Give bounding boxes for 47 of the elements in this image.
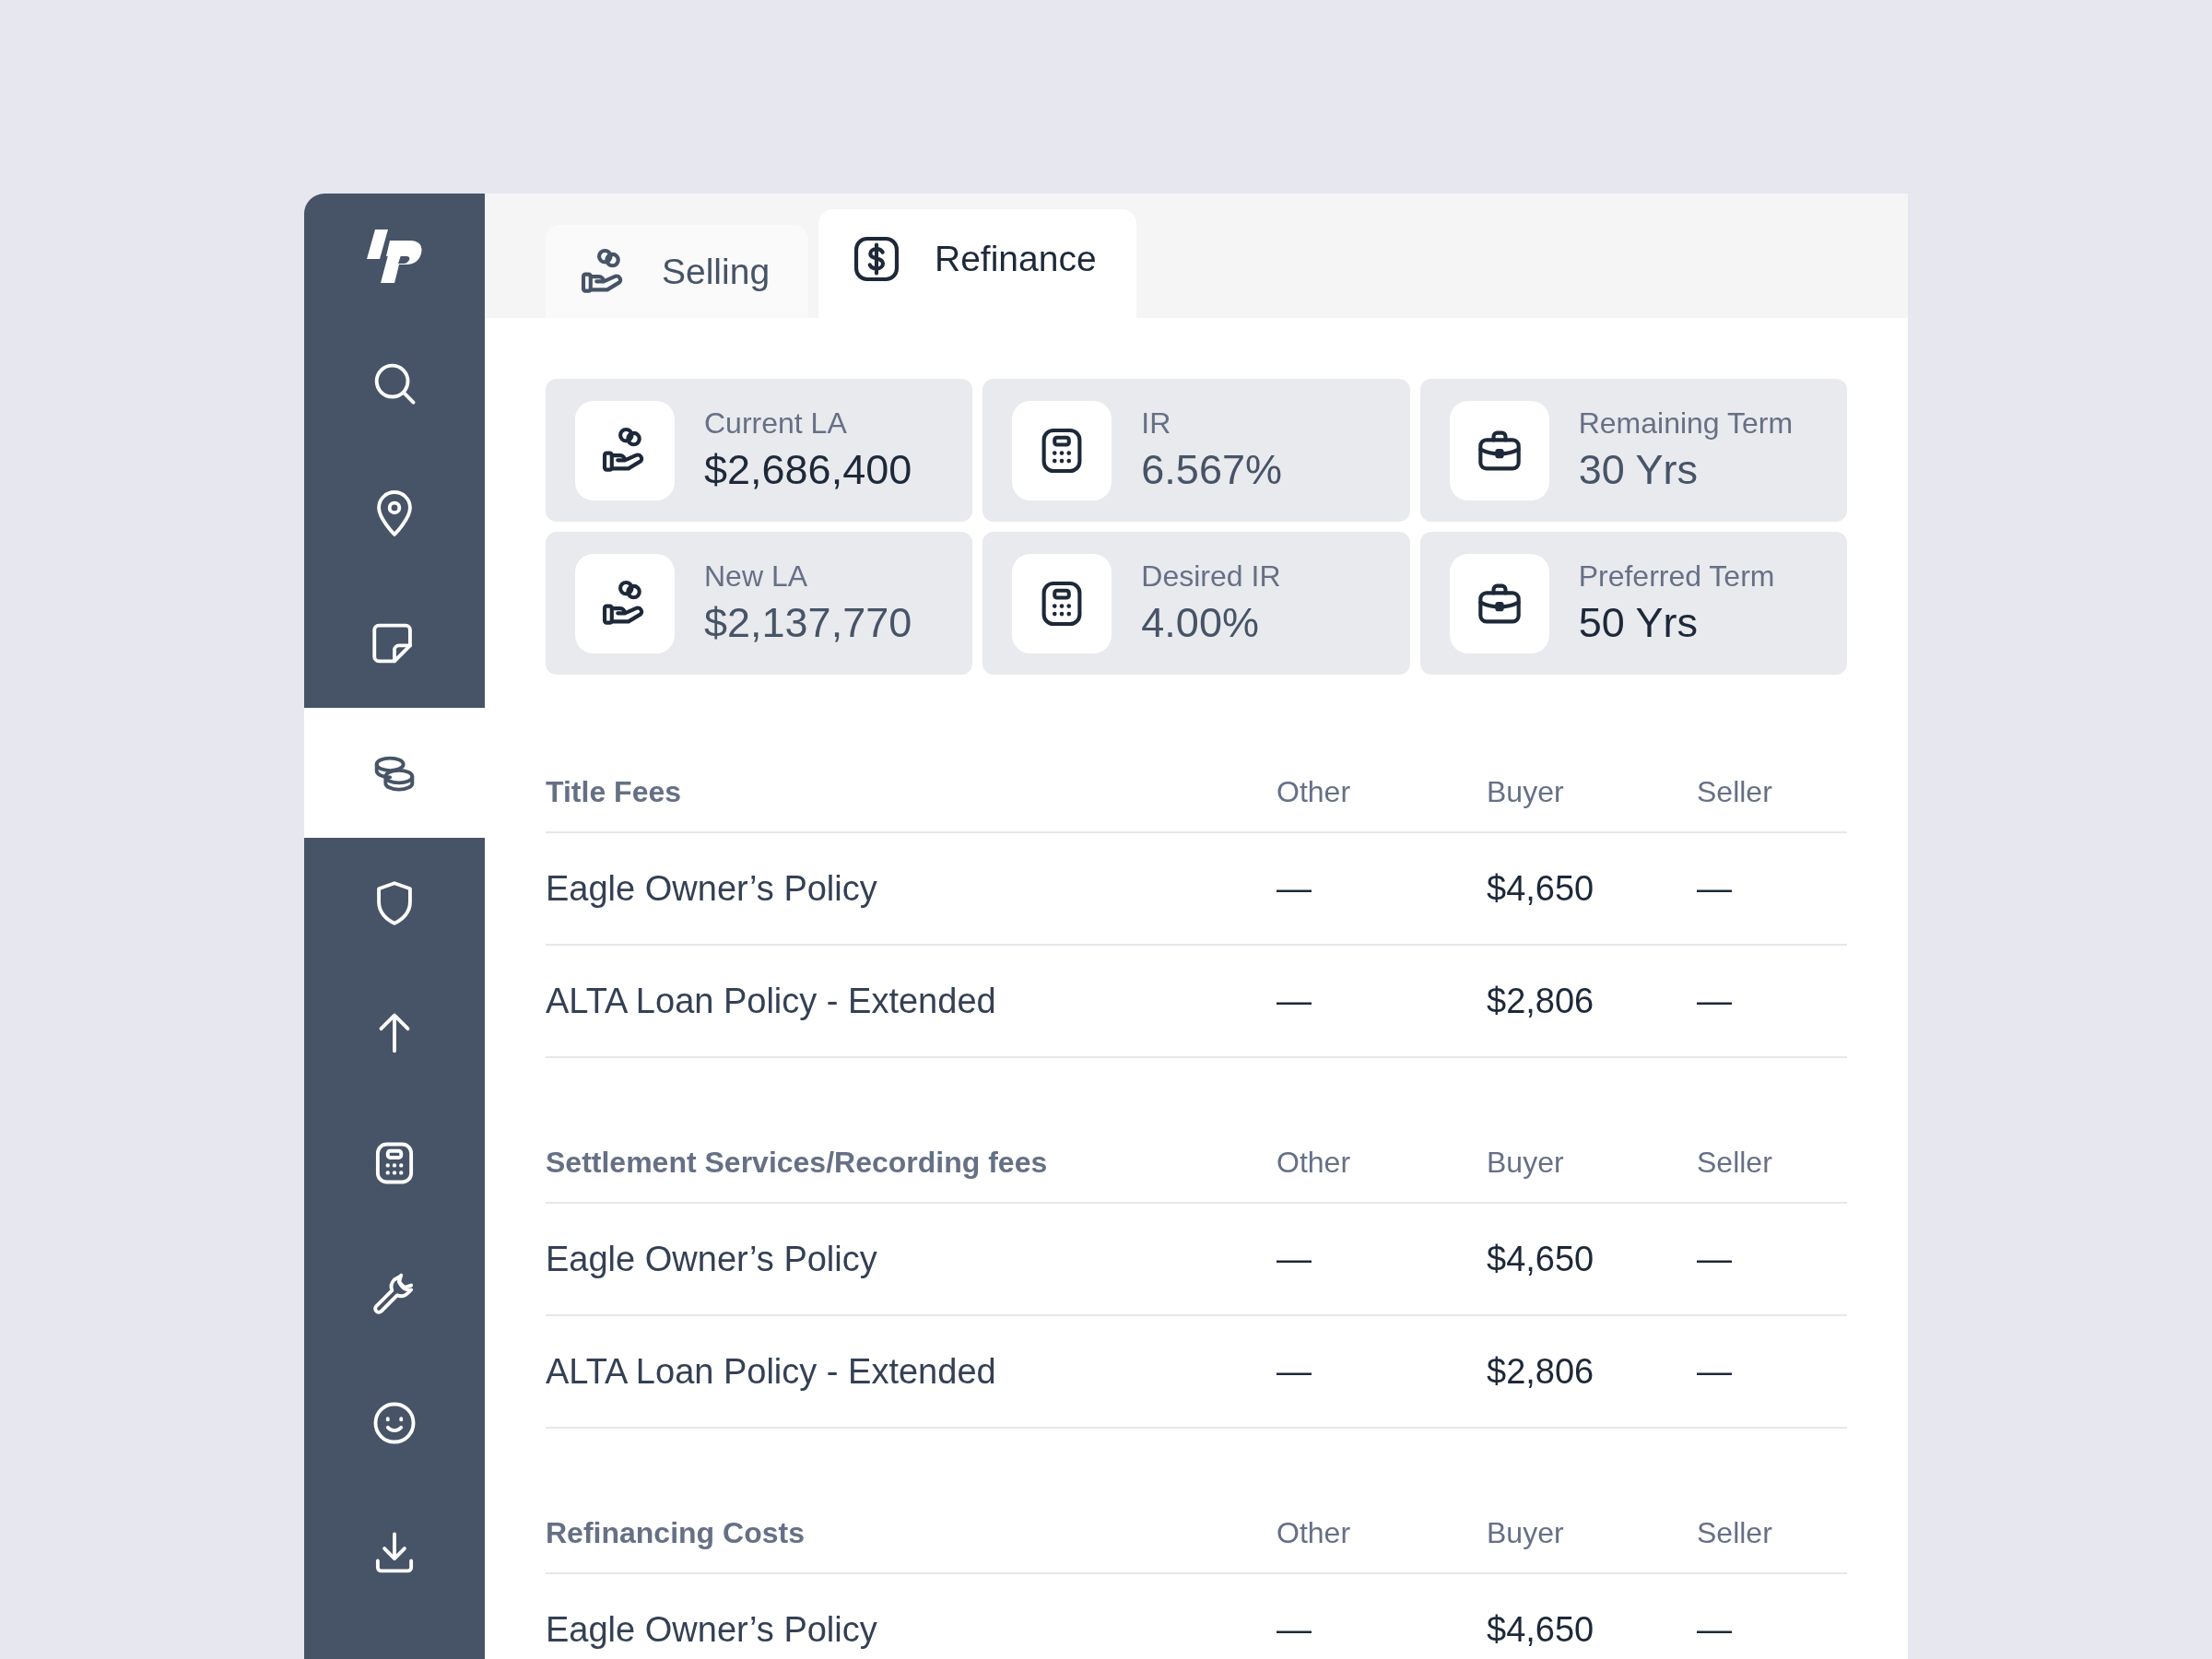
table-cell-text: — (1277, 868, 1312, 909)
column-header: Buyer (1487, 774, 1565, 809)
column-header: Other (1277, 1145, 1352, 1180)
stat-value: 30 Yrs (1578, 446, 1699, 494)
stat-value: 4.00% (1141, 599, 1260, 647)
column-header: Buyer (1487, 1145, 1565, 1180)
fee-name: Eagle Owner’s Policy (546, 1239, 878, 1279)
column-header: Other (1277, 774, 1352, 809)
column-header: Seller (1697, 1145, 1773, 1180)
table-cell-text: — (1277, 1239, 1312, 1279)
table-cell-text: — (1697, 981, 1733, 1021)
stat-label: Preferred Term (1578, 559, 1775, 594)
fee-name: Eagle Owner’s Policy (546, 1609, 878, 1650)
table-cell-text: $4,650 (1487, 868, 1595, 909)
section-title: Settlement Services/Recording fees (546, 1145, 1049, 1180)
stat-label: Current LA (704, 406, 848, 441)
table-cell-text: — (1277, 1351, 1312, 1392)
table-cell-text: — (1697, 1351, 1733, 1392)
section-title: Refinancing Costs (546, 1515, 806, 1550)
table-cell-text: $2,806 (1487, 981, 1595, 1021)
stat-value: 6.567% (1141, 446, 1282, 494)
tab[interactable]: Refinance (818, 209, 1136, 318)
stat-label: Remaining Term (1578, 406, 1794, 441)
fee-name: Eagle Owner’s Policy (546, 868, 878, 909)
table-cell-text: — (1697, 868, 1733, 909)
table-cell-text: $4,650 (1487, 1609, 1595, 1650)
table-cell-text: — (1277, 981, 1312, 1021)
table-cell-text: — (1697, 1239, 1733, 1279)
tab[interactable]: Selling (546, 225, 808, 318)
table-cell-text: $4,650 (1487, 1239, 1595, 1279)
column-header: Seller (1697, 774, 1773, 809)
column-header: Other (1277, 1515, 1352, 1550)
fee-name: ALTA Loan Policy - Extended (546, 981, 997, 1021)
section-title: Title Fees (546, 774, 683, 809)
column-header: Seller (1697, 1515, 1773, 1550)
stat-value: $2,137,770 (704, 599, 912, 647)
table-cell-text: $2,806 (1487, 1351, 1595, 1392)
stat-value: 50 Yrs (1578, 599, 1699, 647)
table-cell-text: — (1277, 1609, 1312, 1650)
stat-label: New LA (704, 559, 809, 594)
stat-label: Desired IR (1141, 559, 1281, 594)
fee-name: ALTA Loan Policy - Extended (546, 1351, 997, 1392)
sidebar-item[interactable] (304, 708, 485, 838)
column-header: Buyer (1487, 1515, 1565, 1550)
stat-label: IR (1141, 406, 1172, 441)
stat-value: $2,686,400 (704, 446, 912, 494)
table-cell-text: — (1697, 1609, 1733, 1650)
